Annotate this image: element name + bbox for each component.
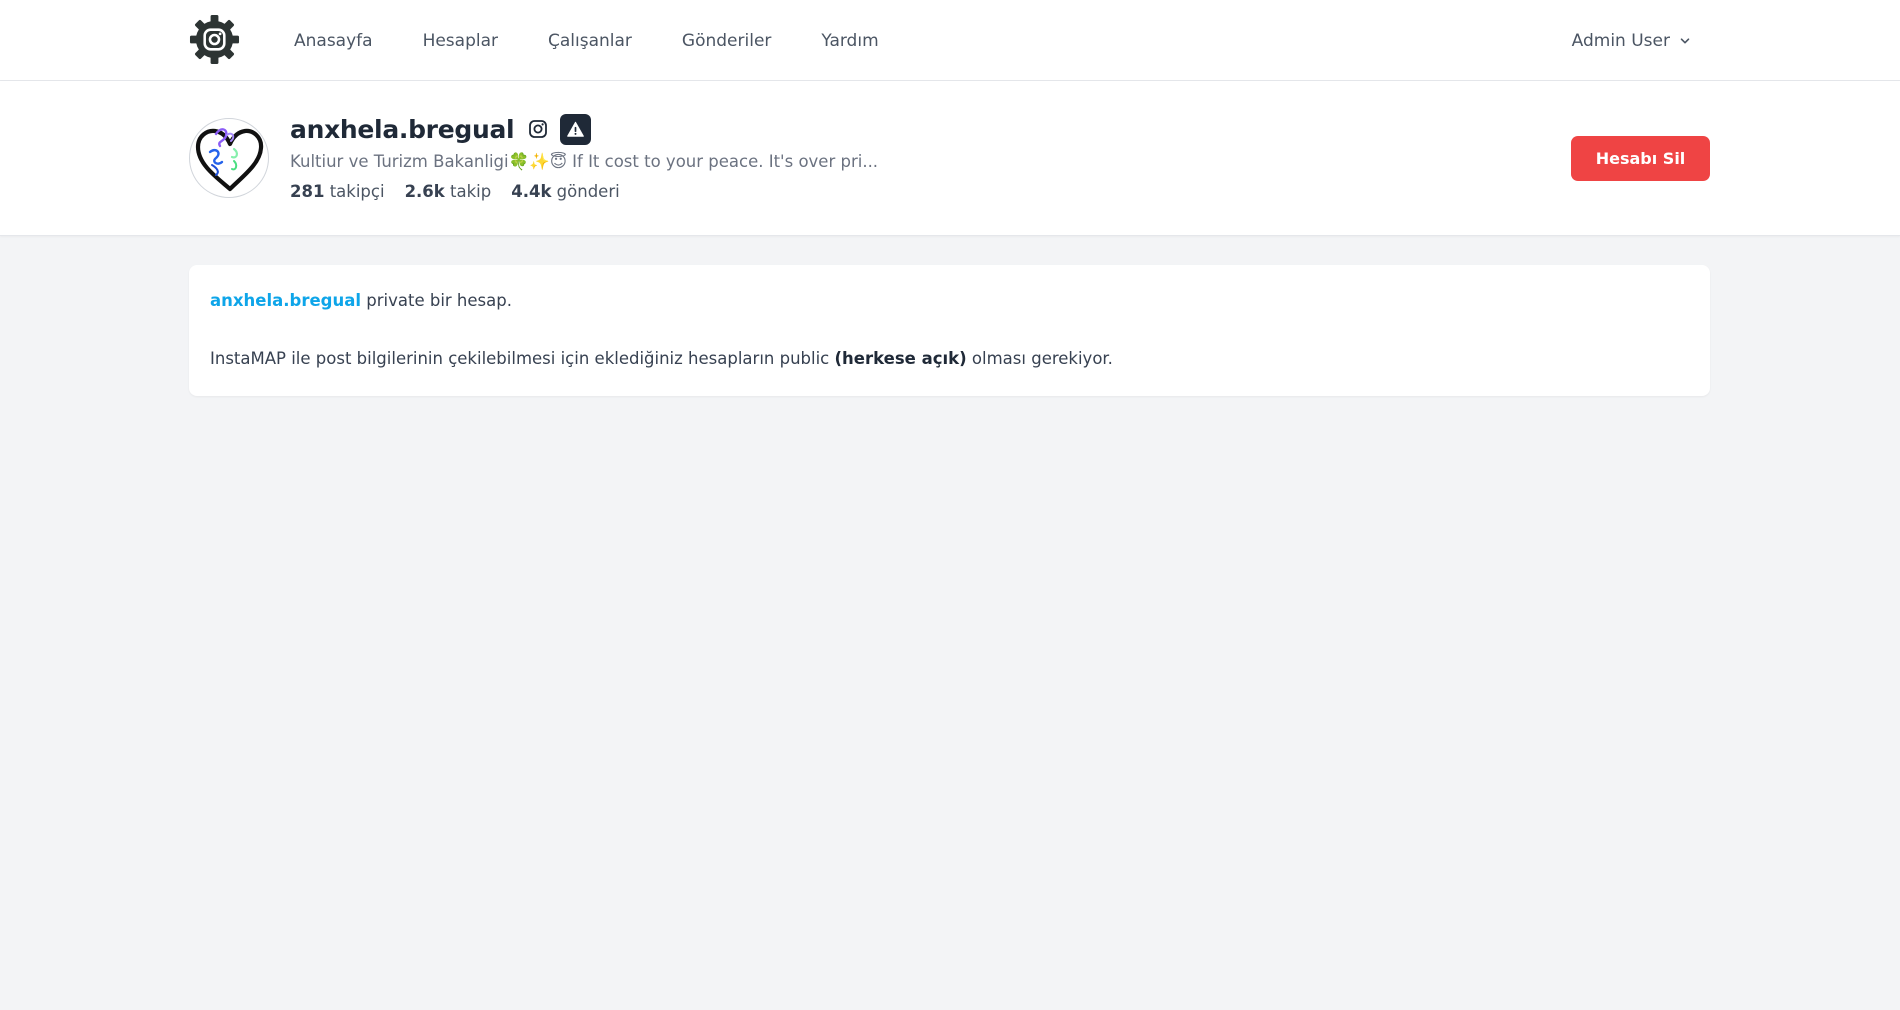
instagram-gear-logo-icon[interactable]: [189, 14, 240, 65]
account-link[interactable]: anxhela.bregual: [210, 291, 361, 310]
nav-link-gonderiler[interactable]: Gönderiler: [682, 31, 771, 51]
profile-username: anxhela.bregual: [290, 114, 515, 144]
following-stat: 2.6k takip: [405, 182, 492, 201]
warning-icon: [567, 121, 585, 137]
followers-stat: 281 takipçi: [290, 182, 385, 201]
notice-line-2-pre: InstaMAP ile post bilgilerinin çekilebil…: [210, 349, 835, 368]
following-count: 2.6k: [404, 182, 445, 201]
user-menu-label: Admin User: [1571, 30, 1670, 51]
followers-label: takipçi: [329, 182, 385, 201]
posts-label: gönderi: [556, 182, 620, 201]
top-navbar: Anasayfa Hesaplar Çalışanlar Gönderiler …: [0, 0, 1900, 81]
profile-header: anxhela.bregual Kultiur ve Turizm Bakanl…: [0, 81, 1900, 236]
profile-info: anxhela.bregual Kultiur ve Turizm Bakanl…: [290, 111, 878, 201]
user-menu-dropdown[interactable]: Admin User: [1572, 0, 1690, 81]
nav-link-hesaplar[interactable]: Hesaplar: [423, 31, 498, 51]
posts-count: 4.4k: [511, 182, 552, 201]
nav-link-calisanlar[interactable]: Çalışanlar: [548, 31, 632, 51]
nav-link-anasayfa[interactable]: Anasayfa: [294, 31, 373, 51]
notice-line-2-post: olması gerekiyor.: [966, 349, 1113, 368]
instagram-icon[interactable]: [528, 119, 548, 139]
main-nav: Anasayfa Hesaplar Çalışanlar Gönderiler …: [294, 0, 929, 81]
notice-line-2-bold: (herkese açık): [834, 349, 967, 368]
profile-name-row: anxhela.bregual: [290, 111, 878, 147]
notice-line-1: anxhela.bregual private bir hesap.: [210, 291, 1689, 310]
nav-link-yardim[interactable]: Yardım: [821, 31, 878, 51]
profile-stats: 281 takipçi 2.6k takip 4.4k gönderi: [290, 182, 878, 201]
notice-line-2: InstaMAP ile post bilgilerinin çekilebil…: [210, 349, 1689, 368]
warning-badge: [560, 113, 592, 145]
following-label: takip: [450, 182, 492, 201]
profile-bio: Kultiur ve Turizm Bakanligi🍀✨😇 If It cos…: [290, 152, 879, 171]
avatar: [189, 118, 269, 198]
followers-count: 281: [290, 182, 325, 201]
chevron-down-icon: [1680, 37, 1690, 43]
posts-stat: 4.4k gönderi: [511, 182, 619, 201]
avatar-heart-image: [195, 128, 264, 192]
private-account-notice: anxhela.bregual private bir hesap. Insta…: [189, 265, 1710, 396]
delete-account-button[interactable]: Hesabı Sil: [1571, 136, 1710, 181]
notice-line-1-text: private bir hesap.: [361, 291, 512, 310]
